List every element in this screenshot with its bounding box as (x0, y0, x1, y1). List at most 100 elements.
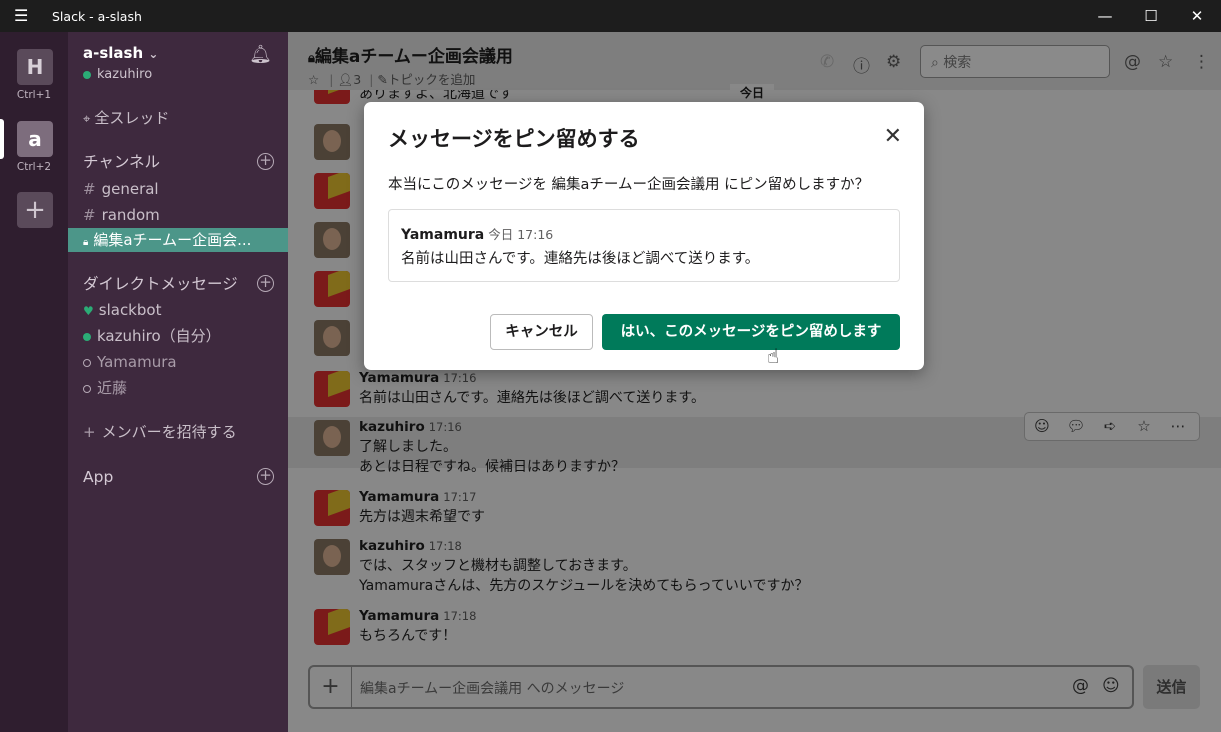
message-author[interactable]: Yamamura (359, 608, 439, 624)
workspace-a-shortcut: Ctrl+2 (16, 161, 52, 173)
reply-thread-icon[interactable]: 💬︎ (1059, 413, 1093, 440)
pin-message-dialog: メッセージをピン留めする ✕ 本当にこのメッセージを 編集aチームー企画会議用 … (364, 102, 924, 370)
message-author[interactable]: Yamamura (359, 489, 439, 505)
more-vertical-icon[interactable]: ⋮ (1193, 52, 1210, 72)
channel-header: 🔒︎編集aチームー企画会議用 ☆ | 👤︎3 | ✎トピックを追加 ✆ ⓘ ⚙ … (288, 32, 1221, 90)
message-body: Yamamura 17:17 先方は週末希望です (359, 487, 485, 527)
message-text: 先方は週末希望です (359, 509, 485, 525)
quoted-author: Yamamura (401, 227, 485, 243)
avatar[interactable] (314, 539, 350, 575)
lock-icon: 🔒︎ (83, 237, 89, 248)
add-workspace-button[interactable]: + (17, 192, 53, 228)
lock-icon: 🔒︎ (308, 51, 315, 66)
message-composer[interactable]: + 編集aチームー企画会議用 へのメッセージ @ ☺ (308, 665, 1134, 709)
message-body: Yamamura 17:16 名前は山田さんです。連絡先は後ほど調べて送ります。 (359, 368, 705, 408)
search-icon: ⌕ (931, 55, 939, 71)
info-icon[interactable]: ⓘ (853, 52, 870, 77)
phone-icon[interactable]: ✆ (820, 52, 834, 72)
quoted-time: 今日 17:16 (488, 227, 554, 242)
avatar[interactable] (314, 124, 350, 160)
minimize-icon[interactable]: — (1090, 3, 1120, 29)
sidebar-item-label: kazuhiro（自分） (97, 327, 221, 345)
sidebar-item-label: random (101, 206, 160, 224)
member-count[interactable]: 3 (353, 72, 361, 87)
avatar[interactable] (314, 173, 350, 209)
avatar[interactable] (314, 371, 350, 407)
plus-icon: + (83, 423, 96, 441)
message-time[interactable]: 17:16 (443, 371, 476, 385)
more-actions-icon[interactable]: ⋯ (1161, 413, 1195, 440)
members-icon[interactable]: 👤︎ (337, 72, 353, 87)
sidebar-item-all-threads[interactable]: ⌖ 全スレッド (68, 106, 288, 130)
sidebar-item-label: 全スレッド (94, 109, 170, 127)
message-text: では、スタッフと機材も調整しておきます。 (359, 558, 637, 574)
apps-header-label: App (83, 468, 114, 486)
sidebar-item-slackbot[interactable]: ♥ slackbot (68, 298, 288, 322)
confirm-pin-button[interactable]: はい、このメッセージをピン留めします (602, 314, 900, 350)
message-body: kazuhiro 17:18 では、スタッフと機材も調整しておきます。 Yamam… (359, 536, 808, 596)
channel-title[interactable]: 🔒︎編集aチームー企画会議用 (308, 42, 513, 67)
emoji-icon[interactable]: ☺ (1102, 676, 1120, 696)
bell-icon[interactable]: 🔔︎ (249, 44, 272, 65)
sidebar-item-kazuhiro[interactable]: kazuhiro（自分） (68, 324, 288, 348)
sidebar-item-yamamura[interactable]: Yamamura (68, 350, 288, 374)
window-titlebar: ☰ Slack - a-slash — ☐ ✕ (0, 0, 1221, 32)
message-time[interactable]: 17:18 (443, 609, 476, 623)
starred-icon[interactable]: ☆ (1158, 52, 1173, 72)
sidebar-item-general[interactable]: # general (68, 177, 288, 201)
search-placeholder: 検索 (943, 55, 972, 71)
gear-icon[interactable]: ⚙ (886, 52, 901, 72)
sidebar-item-edit-team-channel[interactable]: 🔒︎ 編集aチームー企画会... (68, 228, 288, 252)
sidebar-item-label: general (101, 180, 159, 198)
share-message-icon[interactable]: ➪ (1093, 413, 1127, 440)
message-time[interactable]: 17:18 (429, 539, 462, 553)
chevron-down-icon: ⌄ (148, 47, 159, 61)
star-icon[interactable]: ☆ (308, 72, 319, 87)
dialog-body: 本当にこのメッセージを 編集aチームー企画会議用 にピン留めしますか？ (388, 177, 870, 193)
quoted-author-line: Yamamura 今日 17:16 (401, 224, 553, 243)
sidebar-item-random[interactable]: # random (68, 203, 288, 227)
message-time[interactable]: 17:16 (429, 420, 462, 434)
avatar[interactable] (314, 420, 350, 456)
add-dm-icon[interactable]: + (257, 275, 274, 292)
pencil-icon: ✎ (377, 72, 388, 87)
invite-members-button[interactable]: + メンバーを招待する (68, 420, 288, 444)
close-icon[interactable]: ✕ (884, 126, 902, 148)
avatar[interactable] (314, 320, 350, 356)
dm-header[interactable]: ダイレクトメッセージ + (68, 272, 288, 296)
message-author[interactable]: kazuhiro (359, 419, 425, 435)
add-channel-icon[interactable]: + (257, 153, 274, 170)
message-author[interactable]: Yamamura (359, 370, 439, 386)
apps-header[interactable]: App + (68, 465, 288, 489)
add-app-icon[interactable]: + (257, 468, 274, 485)
mention-icon[interactable]: @ (1072, 676, 1089, 696)
search-input[interactable]: ⌕ 検索 (920, 45, 1110, 78)
message-author[interactable]: kazuhiro (359, 538, 425, 554)
workspace-a[interactable]: a (17, 121, 53, 157)
close-icon[interactable]: ✕ (1182, 3, 1212, 29)
send-button[interactable]: 送信 (1143, 665, 1200, 709)
workspace-h[interactable]: H (17, 49, 53, 85)
sidebar-item-kondo[interactable]: 近藤 (68, 376, 288, 400)
message-actions-toolbar: ☺ 💬︎ ➪ ☆ ⋯ (1024, 412, 1200, 441)
channels-header[interactable]: チャンネル + (68, 150, 288, 174)
avatar[interactable] (314, 271, 350, 307)
mentions-icon[interactable]: @ (1124, 52, 1141, 72)
add-topic-link[interactable]: トピックを追加 (388, 72, 476, 87)
avatar[interactable] (314, 222, 350, 258)
star-message-icon[interactable]: ☆ (1127, 413, 1161, 440)
message-time[interactable]: 17:17 (443, 490, 476, 504)
cancel-button[interactable]: キャンセル (490, 314, 593, 350)
hand-cursor-icon: ☝ (767, 344, 780, 368)
day-divider: 今日 (730, 84, 775, 101)
threads-icon: ⌖ (83, 112, 91, 127)
attach-plus-button[interactable]: + (310, 667, 352, 707)
avatar[interactable] (314, 609, 350, 645)
maximize-icon[interactable]: ☐ (1136, 3, 1166, 29)
avatar[interactable] (314, 490, 350, 526)
add-reaction-icon[interactable]: ☺ (1025, 413, 1059, 440)
team-name-button[interactable]: a-slash ⌄ (83, 44, 158, 62)
hamburger-icon[interactable]: ☰ (14, 6, 28, 25)
avatar[interactable] (314, 90, 350, 104)
presence-online-icon (83, 332, 91, 341)
